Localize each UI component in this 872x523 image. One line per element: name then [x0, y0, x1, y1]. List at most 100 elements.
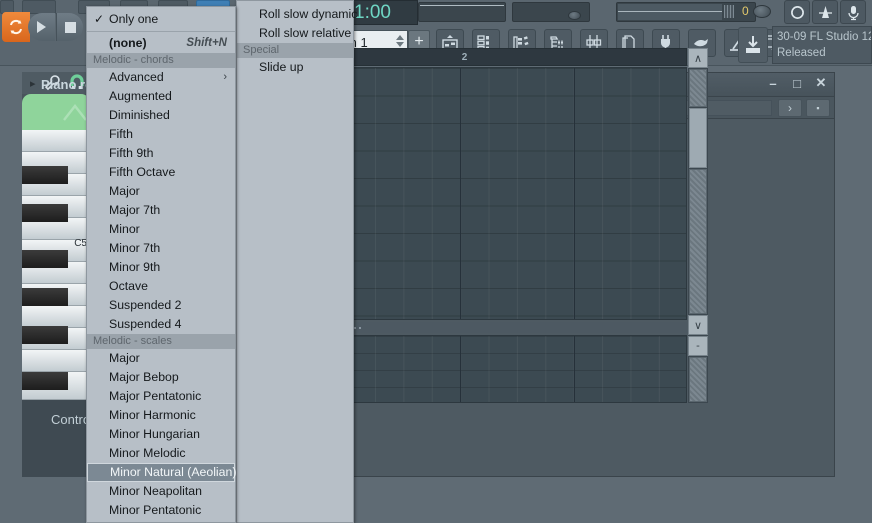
- menu-item-none-shortcut: Shift+N: [186, 37, 227, 49]
- chevron-right-icon: ›: [223, 71, 227, 83]
- scroll-thumb-lower[interactable]: [689, 357, 707, 402]
- record-button[interactable]: [784, 0, 810, 24]
- play-icon: [37, 21, 46, 33]
- menu-item-scale-minor-hungarian[interactable]: Minor Hungarian: [87, 425, 235, 444]
- bar-line: [460, 336, 461, 402]
- channel-color-strip: [22, 94, 90, 130]
- menu-item-roll-slow-relative[interactable]: Roll slow relative: [237, 24, 353, 43]
- scroll-down-button[interactable]: ∨: [688, 315, 708, 335]
- typing-keyboard-button[interactable]: [840, 0, 866, 24]
- menu-item-major-chord[interactable]: Major: [87, 182, 235, 201]
- white-key[interactable]: [22, 306, 90, 328]
- menu-item-scale-major[interactable]: Major: [87, 349, 235, 368]
- menu-item-augmented[interactable]: Augmented: [87, 87, 235, 106]
- menu-item-only-one[interactable]: Only one: [87, 10, 235, 29]
- piano-roll-dot-button[interactable]: ▪: [806, 99, 830, 117]
- menu-item-minor-chord[interactable]: Minor: [87, 220, 235, 239]
- menu-item-fifth-octave[interactable]: Fifth Octave: [87, 163, 235, 182]
- menu-item-fifth[interactable]: Fifth: [87, 125, 235, 144]
- menu-item-major-7th[interactable]: Major 7th: [87, 201, 235, 220]
- menu-item-scale-minor-neapolitan[interactable]: Minor Neapolitan: [87, 482, 235, 501]
- ruler-bar-marker: 2: [461, 51, 468, 63]
- black-key[interactable]: [22, 166, 68, 184]
- black-key[interactable]: [22, 204, 68, 222]
- metronome-icon: [818, 5, 832, 18]
- menu-item-octave[interactable]: Octave: [87, 277, 235, 296]
- menu-separator: [87, 31, 235, 32]
- scroll-thumb-mid[interactable]: [689, 169, 707, 314]
- play-button[interactable]: [28, 13, 55, 41]
- menu-item-fifth-9th[interactable]: Fifth 9th: [87, 144, 235, 163]
- hint-line-1: 30-09 FL Studio 12.: [777, 31, 872, 43]
- spinner-down-icon: [396, 42, 404, 47]
- close-button[interactable]: ✕: [814, 75, 828, 91]
- loop-button[interactable]: [2, 12, 30, 42]
- black-key[interactable]: [22, 326, 68, 344]
- window-buttons: – □ ✕: [766, 75, 828, 91]
- menu-item-roll-slow-dynamic[interactable]: Roll slow dynamic: [237, 5, 357, 24]
- fl-studio-window: 1:00 Pattern 1 +: [0, 0, 872, 523]
- piano-keyboard[interactable]: C5: [22, 130, 90, 400]
- microphone-icon: [847, 5, 859, 20]
- pattern-spinner[interactable]: [396, 35, 404, 47]
- transport-controls: [2, 12, 88, 42]
- menu-item-none-label: (none): [109, 36, 147, 50]
- scroll-minus-button[interactable]: -: [688, 336, 708, 356]
- maximize-button[interactable]: □: [790, 76, 804, 91]
- menu-item-minor-7th[interactable]: Minor 7th: [87, 239, 235, 258]
- record-icon: [790, 5, 804, 19]
- menu-item-scale-minor-pentatonic[interactable]: Minor Pentatonic: [87, 501, 235, 520]
- toolbar-left-panel-line: [420, 5, 504, 6]
- menu-group-melodic-scales: Melodic - scales: [87, 334, 235, 349]
- spinner-up-icon: [396, 35, 404, 40]
- menu-item-scale-minor-natural-aeolian[interactable]: Minor Natural (Aeolian): [87, 463, 236, 482]
- scroll-up-button[interactable]: ∧: [688, 48, 708, 68]
- loop-icon: [10, 19, 22, 35]
- time-display[interactable]: 1:00: [352, 0, 418, 25]
- mixer-level-fill: [618, 4, 722, 20]
- menu-item-advanced-label: Advanced: [109, 70, 164, 84]
- context-submenu: Roll slow dynamic Roll slow relative Spe…: [236, 0, 357, 523]
- piano-roll-next-button[interactable]: ›: [778, 99, 802, 117]
- black-key[interactable]: [22, 250, 68, 268]
- expand-arrow-icon[interactable]: ▸: [30, 77, 36, 90]
- black-key[interactable]: [22, 372, 68, 390]
- menu-item-scale-minor-melodic[interactable]: Minor Melodic: [87, 444, 235, 463]
- vertical-scrollbar[interactable]: ∧ ∨ -: [688, 48, 708, 403]
- menu-group-melodic-chords: Melodic - chords: [87, 53, 235, 68]
- stop-button[interactable]: [56, 13, 83, 41]
- metronome-button[interactable]: [812, 0, 838, 24]
- hint-bar: 30-09 FL Studio 12. Released: [772, 26, 872, 64]
- menu-item-advanced[interactable]: Advanced ›: [87, 68, 235, 87]
- menu-item-suspended-2[interactable]: Suspended 2: [87, 296, 235, 315]
- context-menu-chords-scales: Only one (none) Shift+N Melodic - chords…: [86, 6, 236, 523]
- menu-item-scale-major-bebop[interactable]: Major Bebop: [87, 368, 235, 387]
- white-key[interactable]: [22, 130, 90, 152]
- scroll-minus-icon: -: [696, 340, 700, 352]
- minimize-button[interactable]: –: [766, 76, 780, 91]
- black-key[interactable]: [22, 288, 68, 306]
- menu-item-slide-up[interactable]: Slide up: [237, 58, 353, 77]
- scroll-thumb-top[interactable]: [689, 69, 707, 107]
- mixer-value: 0: [742, 4, 749, 18]
- menu-item-suspended-4[interactable]: Suspended 4: [87, 315, 235, 334]
- pan-knob[interactable]: [753, 5, 771, 18]
- time-display-value: 1:00: [354, 1, 391, 23]
- bar-line: [574, 336, 575, 402]
- white-key[interactable]: [22, 350, 90, 372]
- menu-item-minor-9th[interactable]: Minor 9th: [87, 258, 235, 277]
- download-icon: [746, 36, 760, 53]
- menu-item-none[interactable]: (none) Shift+N: [87, 34, 235, 53]
- mixer-level-line: [618, 11, 722, 12]
- scroll-up-icon: ∧: [693, 52, 703, 65]
- download-button[interactable]: [738, 27, 768, 63]
- menu-item-diminished[interactable]: Diminished: [87, 106, 235, 125]
- toolbar-right-knob[interactable]: [568, 11, 581, 20]
- scroll-track-upper[interactable]: [689, 108, 707, 168]
- channel-wave-icon: [63, 104, 87, 121]
- bar-line: [460, 68, 461, 319]
- menu-item-scale-major-pentatonic[interactable]: Major Pentatonic: [87, 387, 235, 406]
- menu-item-scale-minor-harmonic[interactable]: Minor Harmonic: [87, 406, 235, 425]
- bar-line: [574, 68, 575, 319]
- submenu-group-special: Special: [237, 43, 353, 58]
